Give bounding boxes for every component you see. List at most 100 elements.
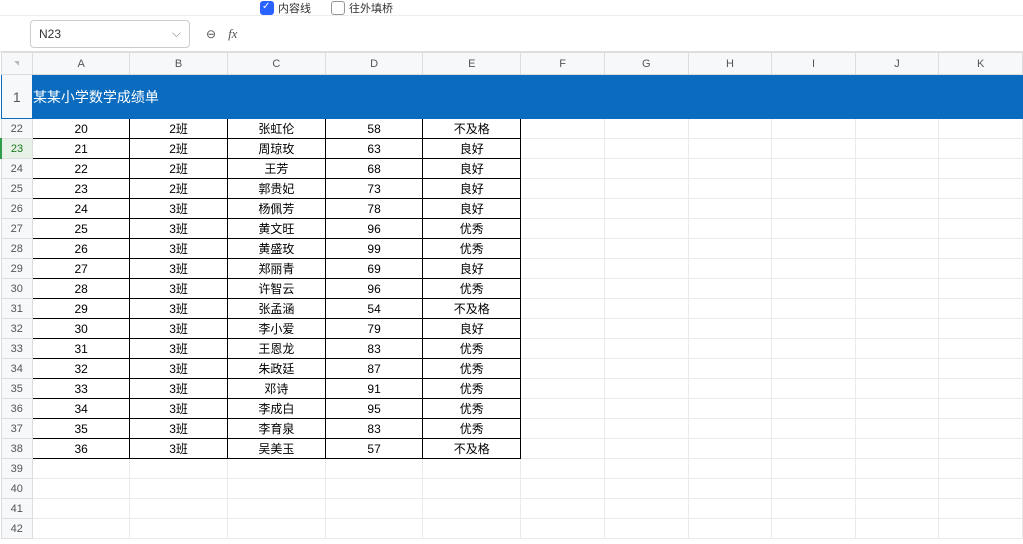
cell[interactable] <box>688 159 772 179</box>
cell[interactable] <box>688 519 772 539</box>
cell[interactable] <box>855 339 939 359</box>
cell[interactable] <box>521 479 605 499</box>
cell[interactable] <box>939 399 1023 419</box>
cell[interactable] <box>772 159 855 179</box>
cell[interactable]: 36 <box>32 439 129 459</box>
cell[interactable] <box>772 379 855 399</box>
cell[interactable] <box>772 459 855 479</box>
cell[interactable]: 吴美玉 <box>227 439 325 459</box>
row-header[interactable]: 42 <box>1 519 32 539</box>
cell[interactable]: 不及格 <box>423 299 521 319</box>
cell[interactable] <box>604 419 688 439</box>
cell[interactable] <box>939 459 1023 479</box>
select-all-corner[interactable] <box>1 53 32 75</box>
cell[interactable] <box>521 519 605 539</box>
cell[interactable] <box>772 399 855 419</box>
cell[interactable]: 35 <box>32 419 129 439</box>
cell[interactable]: 25 <box>32 219 129 239</box>
cell[interactable]: 21 <box>32 139 129 159</box>
cell[interactable]: 33 <box>32 379 129 399</box>
cell[interactable]: 李成白 <box>227 399 325 419</box>
cell[interactable]: 87 <box>325 359 422 379</box>
checkbox-gridlines[interactable]: 内容线 <box>260 0 311 16</box>
cell[interactable] <box>227 499 325 519</box>
cell[interactable] <box>521 439 605 459</box>
cell[interactable] <box>772 199 855 219</box>
cell[interactable] <box>939 139 1023 159</box>
cell[interactable]: 优秀 <box>423 339 521 359</box>
cell[interactable] <box>604 379 688 399</box>
cell[interactable] <box>423 499 521 519</box>
cell[interactable] <box>855 119 939 139</box>
cell[interactable] <box>939 479 1023 499</box>
cell[interactable]: 3班 <box>130 299 228 319</box>
cell[interactable] <box>688 299 772 319</box>
cell[interactable] <box>521 119 605 139</box>
cell[interactable]: 3班 <box>130 359 228 379</box>
column-header-A[interactable]: A <box>32 53 129 75</box>
cell[interactable]: 3班 <box>130 419 228 439</box>
cell[interactable] <box>939 419 1023 439</box>
cell[interactable] <box>521 279 605 299</box>
cell[interactable] <box>688 399 772 419</box>
cell[interactable]: 优秀 <box>423 379 521 399</box>
cell[interactable] <box>772 439 855 459</box>
cell[interactable] <box>939 179 1023 199</box>
row-header[interactable]: 38 <box>1 439 32 459</box>
row-header[interactable]: 23 <box>1 139 32 159</box>
cell[interactable] <box>855 179 939 199</box>
cell[interactable] <box>325 499 422 519</box>
cell[interactable]: 69 <box>325 259 422 279</box>
cell[interactable] <box>855 239 939 259</box>
column-header-F[interactable]: F <box>521 53 605 75</box>
cell[interactable] <box>604 139 688 159</box>
cell[interactable]: 良好 <box>423 199 521 219</box>
cell[interactable]: 73 <box>325 179 422 199</box>
cell[interactable]: 张孟涵 <box>227 299 325 319</box>
cell[interactable]: 3班 <box>130 379 228 399</box>
cell[interactable] <box>855 159 939 179</box>
cell[interactable] <box>604 479 688 499</box>
cell[interactable]: 54 <box>325 299 422 319</box>
row-header[interactable]: 41 <box>1 499 32 519</box>
row-header[interactable]: 30 <box>1 279 32 299</box>
cell[interactable] <box>855 419 939 439</box>
cell[interactable] <box>939 199 1023 219</box>
cell[interactable]: 26 <box>32 239 129 259</box>
cell[interactable] <box>32 499 129 519</box>
column-header-J[interactable]: J <box>855 53 939 75</box>
cell[interactable]: 63 <box>325 139 422 159</box>
cell[interactable] <box>325 479 422 499</box>
cell[interactable] <box>32 479 129 499</box>
name-box[interactable]: N23 ⌵ <box>30 20 190 48</box>
cell[interactable]: 24 <box>32 199 129 219</box>
row-header[interactable]: 33 <box>1 339 32 359</box>
cell[interactable] <box>604 319 688 339</box>
cell[interactable]: 良好 <box>423 259 521 279</box>
cell[interactable]: 83 <box>325 419 422 439</box>
cell[interactable]: 张虹伦 <box>227 119 325 139</box>
column-header-C[interactable]: C <box>227 53 325 75</box>
cell[interactable]: 3班 <box>130 219 228 239</box>
row-header[interactable]: 37 <box>1 419 32 439</box>
cell[interactable] <box>939 339 1023 359</box>
cell[interactable] <box>855 499 939 519</box>
sheet-area[interactable]: ABCDEFGHIJK 1某某小学数学成绩单22202班张虹伦58不及格2321… <box>0 52 1023 544</box>
row-header[interactable]: 22 <box>1 119 32 139</box>
column-header-K[interactable]: K <box>939 53 1023 75</box>
cell[interactable] <box>688 319 772 339</box>
cell[interactable] <box>521 199 605 219</box>
cell[interactable] <box>521 179 605 199</box>
row-header[interactable]: 1 <box>1 75 32 119</box>
cell[interactable] <box>939 319 1023 339</box>
cell[interactable] <box>772 299 855 319</box>
cell[interactable] <box>688 499 772 519</box>
cell[interactable]: 96 <box>325 279 422 299</box>
cell[interactable] <box>423 459 521 479</box>
cell[interactable] <box>772 419 855 439</box>
cell[interactable]: 99 <box>325 239 422 259</box>
row-header[interactable]: 35 <box>1 379 32 399</box>
cell[interactable] <box>855 359 939 379</box>
row-header[interactable]: 28 <box>1 239 32 259</box>
cell[interactable] <box>130 459 228 479</box>
